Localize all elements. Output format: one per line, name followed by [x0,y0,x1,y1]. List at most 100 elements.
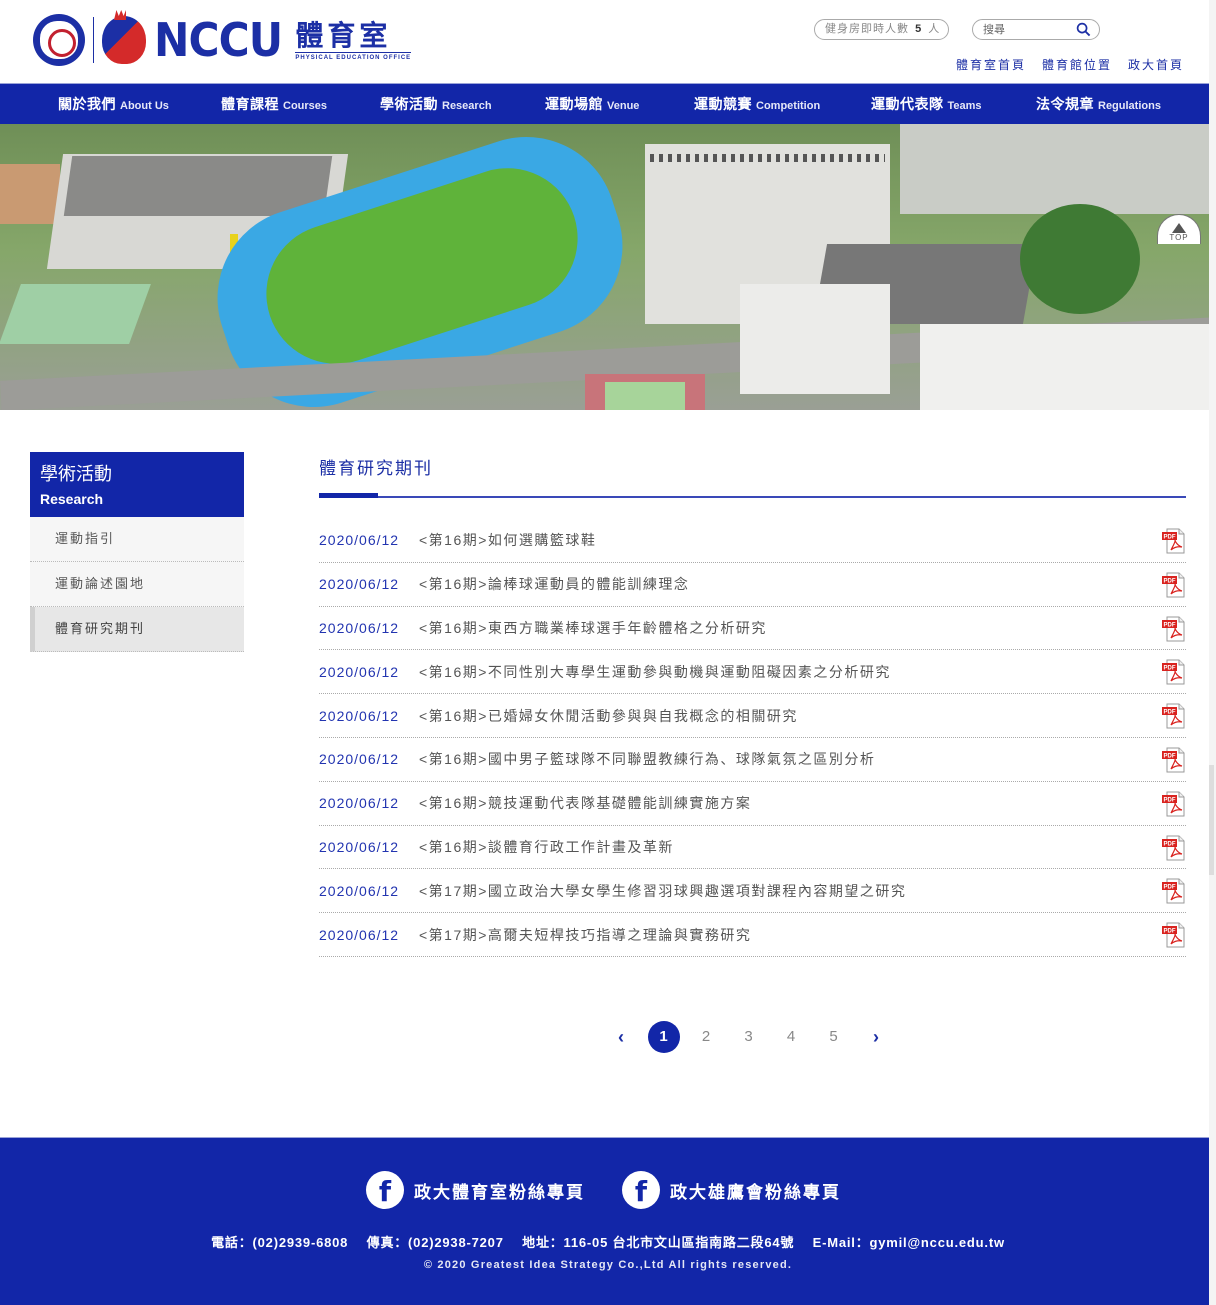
svg-text:PDF: PDF [1164,578,1176,584]
nav-research[interactable]: 學術活動 Research [380,84,492,124]
item-date: 2020/06/12 [319,838,400,855]
contact-info: 電話：(02)2939-6808 傳真：(02)2938-7207 地址：116… [0,1232,1216,1251]
pagination-page-1[interactable]: 1 [647,1021,680,1053]
title-divider-accent [319,493,378,498]
pagination: ‹ 1 2 3 4 5 › [605,1021,903,1053]
banner-tennis-court-green [605,382,685,410]
item-title[interactable]: <第16期>國中男子籃球隊不同聯盟教練行為、球隊氣氛之區別分析 [419,749,875,769]
pdf-icon[interactable]: PDF [1162,747,1186,773]
item-title[interactable]: <第16期>不同性別大專學生運動參與動機與運動阻礙因素之分析研究 [419,662,891,682]
eagle-mascot-icon [102,16,146,64]
nav-teams[interactable]: 運動代表隊 Teams [871,84,982,124]
nav-venue[interactable]: 運動場館 Venue [545,84,639,124]
svg-text:PDF: PDF [1164,929,1176,935]
logo-divider [93,17,94,63]
journal-list-item[interactable]: 2020/06/12 <第16期>如何選購籃球鞋 PDF [319,519,1186,563]
link-pe-home[interactable]: 體育室首頁 [956,56,1026,73]
journal-list-item[interactable]: 2020/06/12 <第16期>談體育行政工作計畫及革新 PDF [319,826,1186,870]
pdf-icon[interactable]: PDF [1162,572,1186,598]
item-title[interactable]: <第17期>高爾夫短桿技巧指導之理論與實務研究 [419,925,751,945]
item-title[interactable]: <第16期>如何選購籃球鞋 [419,530,596,550]
nav-about-us[interactable]: 關於我們 About Us [58,84,169,124]
site-logo[interactable]: NCCU 體育室 PHYSICAL EDUCATION OFFICE [33,14,412,66]
office-name: 體育室 PHYSICAL EDUCATION OFFICE [295,20,412,61]
top-links: 體育室首頁 體育館位置 政大首頁 [956,56,1184,73]
item-date: 2020/06/12 [319,663,400,680]
item-date: 2020/06/12 [319,795,400,812]
item-date: 2020/06/12 [319,707,400,724]
pdf-icon[interactable]: PDF [1162,878,1186,904]
pdf-icon[interactable]: PDF [1162,922,1186,948]
facebook-icon: f [622,1171,660,1209]
fb-link-label: 政大雄鷹會粉絲專頁 [670,1182,841,1202]
pdf-icon[interactable]: PDF [1162,835,1186,861]
item-title[interactable]: <第16期>競技運動代表隊基礎體能訓練實施方案 [419,793,751,813]
svg-text:PDF: PDF [1164,622,1176,628]
pdf-icon[interactable]: PDF [1162,791,1186,817]
item-date: 2020/06/12 [319,619,400,636]
pdf-icon[interactable]: PDF [1162,659,1186,685]
svg-text:PDF: PDF [1164,710,1176,716]
fb-link-label: 政大體育室粉絲專頁 [414,1182,585,1202]
journal-list-item[interactable]: 2020/06/12 <第16期>不同性別大專學生運動參與動機與運動阻礙因素之分析… [319,650,1186,695]
sidebar-item-exercise-discourse[interactable]: 運動論述園地 [30,562,244,607]
link-nccu-home[interactable]: 政大首頁 [1128,56,1184,73]
arrow-up-icon [1172,223,1186,233]
scrollbar-thumb[interactable] [1209,765,1214,875]
svg-text:PDF: PDF [1164,885,1176,891]
item-date: 2020/06/12 [319,751,400,768]
contact-email[interactable]: E-Mail：gymil@nccu.edu.tw [813,1235,1005,1250]
site-header: NCCU 體育室 PHYSICAL EDUCATION OFFICE 健身房即時… [0,0,1216,84]
pagination-page-3[interactable]: 3 [733,1021,765,1053]
nav-label-cn: 學術活動 [380,96,438,112]
pdf-icon[interactable]: PDF [1162,528,1186,554]
nav-label-en: About Us [120,100,169,112]
search-input[interactable] [983,20,1073,40]
link-gym-location[interactable]: 體育館位置 [1042,56,1112,73]
nav-label-en: Research [442,100,492,112]
pagination-page-4[interactable]: 4 [775,1021,807,1053]
journal-list-item[interactable]: 2020/06/12 <第16期>論棒球運動員的體能訓練理念 PDF [319,563,1186,607]
banner-windows [650,154,885,162]
item-title[interactable]: <第16期>論棒球運動員的體能訓練理念 [419,574,689,594]
journal-list-item[interactable]: 2020/06/12 <第16期>競技運動代表隊基礎體能訓練實施方案 PDF [319,782,1186,826]
journal-list-item[interactable]: 2020/06/12 <第16期>已婚婦女休閒活動參與與自我概念的相關研究 PDF [319,694,1186,738]
svg-text:PDF: PDF [1164,753,1176,759]
svg-text:PDF: PDF [1164,841,1176,847]
page-scrollbar[interactable] [1209,0,1216,1305]
pagination-prev[interactable]: ‹ [605,1021,637,1053]
nav-courses[interactable]: 體育課程 Courses [221,84,327,124]
journal-list-item[interactable]: 2020/06/12 <第16期>東西方職業棒球選手年齡體格之分析研究 PDF [319,607,1186,651]
gym-count-suffix: 人 [928,23,941,35]
nav-label-cn: 關於我們 [58,96,116,112]
office-name-en: PHYSICAL EDUCATION OFFICE [295,51,412,61]
banner-gym-roof [63,156,333,216]
nav-label-en: Competition [756,100,821,112]
back-to-top-label: TOP [1169,233,1189,242]
item-title[interactable]: <第16期>談體育行政工作計畫及革新 [419,837,674,857]
nav-regulations[interactable]: 法令規章 Regulations [1036,84,1161,124]
search-box [972,19,1100,40]
fb-link-eagle-club[interactable]: f 政大雄鷹會粉絲專頁 [622,1171,841,1209]
journal-list-item[interactable]: 2020/06/12 <第17期>國立政治大學女學生修習羽球興趣選項對課程內容期望… [319,869,1186,914]
item-date: 2020/06/12 [319,576,400,593]
sidebar-item-pe-journal[interactable]: 體育研究期刊 [30,607,244,652]
banner-dirt-field [0,164,60,224]
item-title[interactable]: <第16期>已婚婦女休閒活動參與與自我概念的相關研究 [419,706,798,726]
journal-list-item[interactable]: 2020/06/12 <第16期>國中男子籃球隊不同聯盟教練行為、球隊氣氛之區別分… [319,738,1186,782]
item-title[interactable]: <第16期>東西方職業棒球選手年齡體格之分析研究 [419,618,767,638]
pagination-page-5[interactable]: 5 [818,1021,850,1053]
contact-phone: 電話：(02)2939-6808 [211,1235,349,1250]
sidebar-item-exercise-guide[interactable]: 運動指引 [30,517,244,562]
search-icon[interactable] [1076,22,1091,37]
nav-competition[interactable]: 運動競賽 Competition [694,84,820,124]
pagination-next[interactable]: › [860,1021,892,1053]
journal-list-item[interactable]: 2020/06/12 <第17期>高爾夫短桿技巧指導之理論與實務研究 PDF [319,913,1186,957]
item-title[interactable]: <第17期>國立政治大學女學生修習羽球興趣選項對課程內容期望之研究 [419,881,906,901]
pdf-icon[interactable]: PDF [1162,703,1186,729]
fb-link-pe-office[interactable]: f 政大體育室粉絲專頁 [366,1171,585,1209]
site-footer: f 政大體育室粉絲專頁 f 政大雄鷹會粉絲專頁 電話：(02)2939-6808… [0,1137,1216,1305]
banner-basketball-court [0,284,151,344]
pdf-icon[interactable]: PDF [1162,616,1186,642]
pagination-page-2[interactable]: 2 [690,1021,722,1053]
